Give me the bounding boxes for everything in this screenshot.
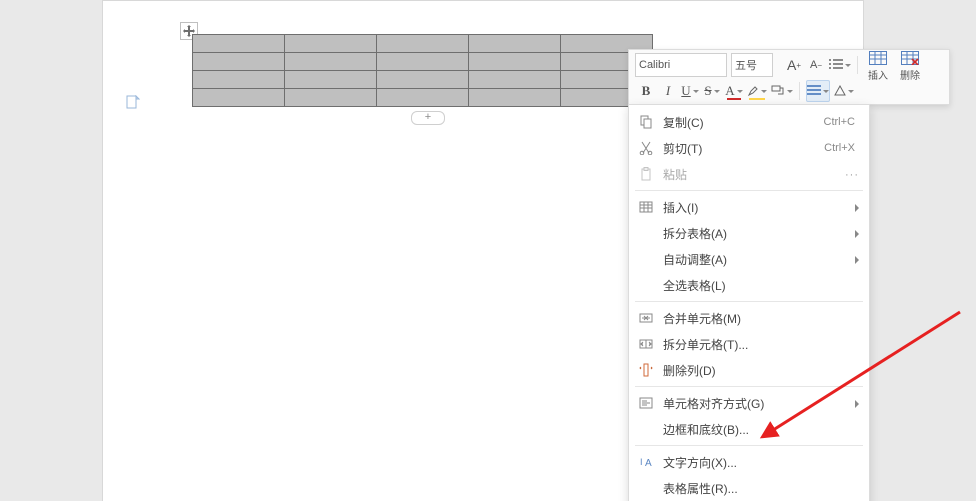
menu-table-props-label: 表格属性(R)... — [663, 480, 738, 497]
menu-cell-align[interactable]: 单元格对齐方式(G) — [629, 390, 869, 416]
menu-borders[interactable]: 边框和底纹(B)... — [629, 416, 869, 442]
menu-borders-label: 边框和底纹(B)... — [663, 421, 749, 438]
more-icon: ··· — [845, 169, 859, 181]
menu-copy-shortcut: Ctrl+C — [824, 116, 855, 128]
menu-paste: 粘贴 ··· — [629, 161, 869, 187]
menu-merge-cells-label: 合并单元格(M) — [663, 310, 741, 327]
menu-text-direction-label: 文字方向(X)... — [663, 454, 737, 471]
strike-button[interactable]: S — [703, 81, 721, 101]
table-context-menu: 复制(C) Ctrl+C 剪切(T) Ctrl+X 粘贴 ··· 插入(I) 拆… — [628, 104, 870, 501]
menu-delete-col-label: 删除列(D) — [663, 362, 716, 379]
menu-select-table[interactable]: 全选表格(L) — [629, 272, 869, 298]
menu-autofit[interactable]: 自动调整(A) — [629, 246, 869, 272]
split-icon — [637, 335, 655, 353]
format-painter-button[interactable] — [771, 81, 793, 101]
grow-font-button[interactable]: A+ — [785, 55, 803, 75]
menu-copy-label: 复制(C) — [663, 114, 704, 131]
insert-table-button[interactable]: 插入 — [864, 49, 892, 82]
svg-text:A: A — [645, 458, 652, 469]
menu-separator — [635, 301, 863, 302]
font-color-button[interactable]: A — [725, 81, 743, 101]
mini-toolbar: A+ A− 插入 删除 B I U S A — [628, 49, 950, 105]
bold-button[interactable]: B — [637, 81, 655, 101]
selected-table[interactable] — [192, 34, 653, 107]
menu-insert[interactable]: 插入(I) — [629, 194, 869, 220]
menu-copy[interactable]: 复制(C) Ctrl+C — [629, 109, 869, 135]
shape-button[interactable] — [834, 81, 854, 101]
cut-icon — [637, 139, 655, 157]
menu-merge-cells[interactable]: 合并单元格(M) — [629, 305, 869, 331]
highlight-button[interactable] — [747, 81, 767, 101]
text-dir-icon: IA — [637, 453, 655, 471]
menu-split-table[interactable]: 拆分表格(A) — [629, 220, 869, 246]
menu-select-table-label: 全选表格(L) — [663, 277, 726, 294]
font-size-input[interactable] — [731, 53, 773, 77]
menu-cut-shortcut: Ctrl+X — [824, 142, 855, 154]
menu-separator — [635, 386, 863, 387]
merge-icon — [637, 309, 655, 327]
menu-insert-label: 插入(I) — [663, 199, 698, 216]
align-button[interactable] — [806, 80, 830, 102]
menu-separator — [635, 190, 863, 191]
menu-cut[interactable]: 剪切(T) Ctrl+X — [629, 135, 869, 161]
underline-button[interactable]: U — [681, 81, 699, 101]
svg-text:I: I — [640, 457, 643, 467]
insert-label: 插入 — [868, 67, 888, 82]
menu-split-cells-label: 拆分单元格(T)... — [663, 336, 748, 353]
menu-cell-align-label: 单元格对齐方式(G) — [663, 395, 764, 412]
font-name-input[interactable] — [635, 53, 727, 77]
menu-autofit-label: 自动调整(A) — [663, 251, 727, 268]
menu-text-direction[interactable]: IA 文字方向(X)... — [629, 449, 869, 475]
menu-delete-col[interactable]: 删除列(D) — [629, 357, 869, 383]
add-row-button[interactable]: + — [411, 111, 445, 125]
delete-table-button[interactable]: 删除 — [896, 49, 924, 82]
menu-separator — [635, 445, 863, 446]
list-button[interactable] — [829, 55, 851, 75]
align-icon — [637, 394, 655, 412]
delete-label: 删除 — [900, 67, 920, 82]
copy-icon — [637, 113, 655, 131]
menu-table-props[interactable]: 表格属性(R)... — [629, 475, 869, 501]
shrink-font-button[interactable]: A− — [807, 55, 825, 75]
menu-split-cells[interactable]: 拆分单元格(T)... — [629, 331, 869, 357]
menu-split-table-label: 拆分表格(A) — [663, 225, 727, 242]
italic-button[interactable]: I — [659, 81, 677, 101]
paste-icon — [637, 165, 655, 183]
menu-paste-label: 粘贴 — [663, 166, 687, 183]
delete-col-icon — [637, 361, 655, 379]
menu-cut-label: 剪切(T) — [663, 140, 702, 157]
table-icon — [637, 198, 655, 216]
page-break-icon — [126, 95, 140, 109]
